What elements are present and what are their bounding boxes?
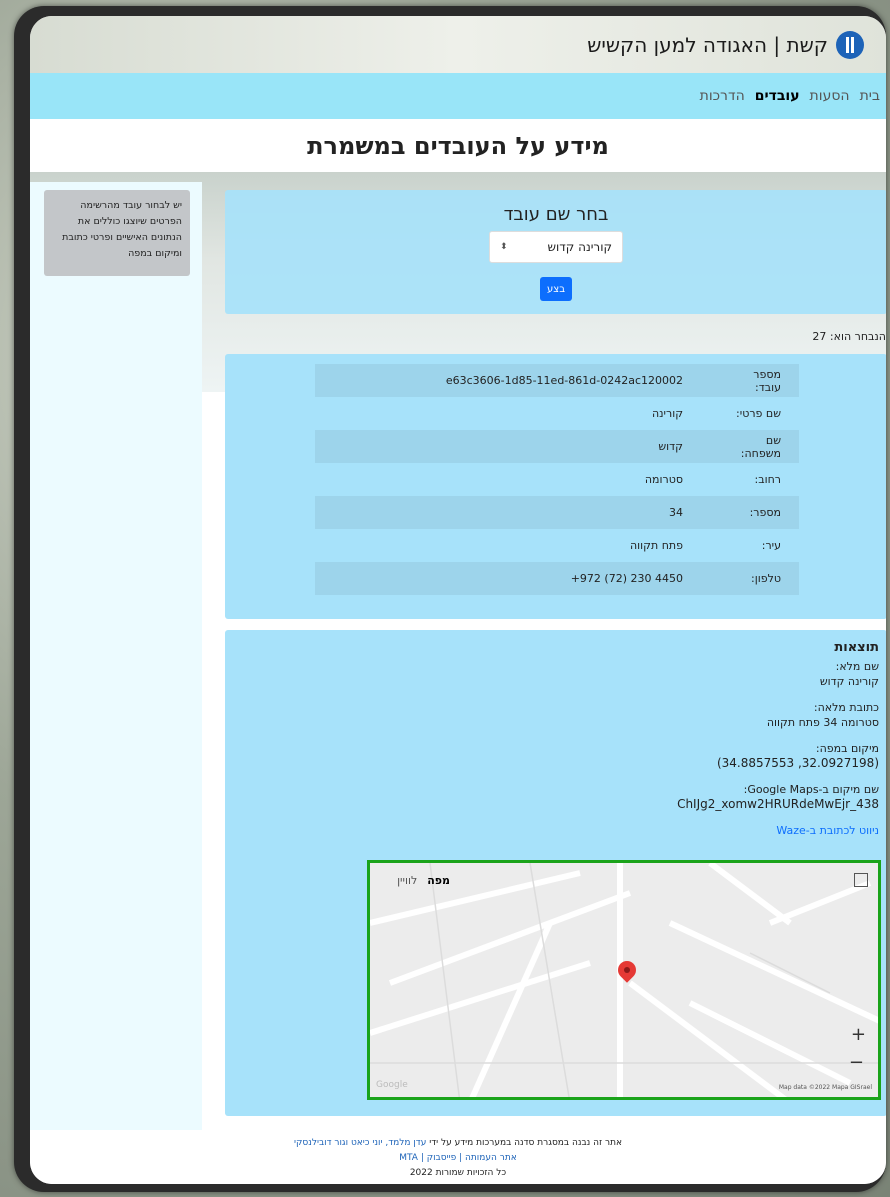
full-name-value: קורינה קדוש xyxy=(819,675,879,688)
footer-credit-prefix: אתר זה נבנה במסגרת סדנה במערכות מידע על … xyxy=(426,1138,623,1148)
address-value: סטרומה 34 פתח תקווה xyxy=(766,716,879,729)
sidebar-hint: יש לבחור עובד מהרשימה הפרטים שיוצגו כולל… xyxy=(44,190,190,276)
worker-details-table: מספר עובד: e63c3606-1d85-11ed-861d-0242a… xyxy=(315,364,799,595)
gmaps-label: שם מיקום ב-Google Maps: xyxy=(743,783,879,796)
row-label: טלפון: xyxy=(751,572,781,585)
nav-workers[interactable]: עובדים xyxy=(755,88,800,104)
select-title: בחר שם עובד xyxy=(503,204,609,225)
location-block: מיקום במפה: (34.8857553 ,32.0927198) xyxy=(225,741,879,771)
worker-details-card: מספר עובד: e63c3606-1d85-11ed-861d-0242a… xyxy=(225,354,886,619)
page-title-bar: מידע על העובדים במשמרת xyxy=(30,119,886,172)
row-value: 34 xyxy=(669,506,683,519)
gmaps-block: שם מיקום ב-Google Maps: ChIJg2_xomw2HRUR… xyxy=(225,782,879,812)
main-nav: בית הסעות עובדים הדרכות xyxy=(30,73,886,119)
worker-select-value: קורינה קדוש xyxy=(547,240,612,254)
zoom-out-icon[interactable]: − xyxy=(849,1054,864,1072)
address-block: כתובת מלאה: סטרומה 34 פתח תקווה xyxy=(225,700,879,730)
row-value: פתח תקווה xyxy=(630,539,683,552)
row-label: מספר עובד: xyxy=(753,367,781,394)
results-title: תוצאות xyxy=(834,640,879,655)
logo-icon xyxy=(836,30,864,59)
location-label: מיקום במפה: xyxy=(815,742,879,755)
submit-button[interactable]: בצע xyxy=(540,277,572,301)
fullscreen-icon[interactable] xyxy=(854,873,868,887)
zoom-in-icon[interactable]: + xyxy=(851,1026,866,1044)
tablet-frame: קשת | האגודה למען הקשיש בית הסעות עובדים… xyxy=(14,6,886,1192)
footer-copyright: כל הזכויות שמורות 2022 xyxy=(409,1168,507,1178)
table-row: שם משפחה: קדוש xyxy=(315,430,799,463)
row-label: עיר: xyxy=(761,539,781,552)
header: קשת | האגודה למען הקשיש xyxy=(30,16,886,73)
row-value: קדוש xyxy=(658,440,683,453)
google-logo: Google xyxy=(376,1080,408,1090)
map-attribution: Map data ©2022 Mapa GISrael xyxy=(778,1084,872,1091)
full-name-block: שם מלא: קורינה קדוש xyxy=(225,659,879,689)
worker-select[interactable]: קורינה קדוש ⬍ xyxy=(489,231,623,263)
full-name-label: שם מלא: xyxy=(835,660,879,673)
select-arrows-icon: ⬍ xyxy=(500,242,508,252)
nav-trainings[interactable]: הדרכות xyxy=(700,88,745,104)
table-row: עיר: פתח תקווה xyxy=(315,529,799,562)
map[interactable]: לוויין מפה + − Google Map data ©2022 Map… xyxy=(367,860,881,1100)
brand-title: קשת | האגודה למען הקשיש xyxy=(587,32,828,57)
gmaps-value: ChIJg2_xomw2HRURdeMwEjr_438 xyxy=(677,797,879,811)
row-label: שם משפחה: xyxy=(740,433,781,460)
row-value: +972 (72) 230 4450 xyxy=(570,572,683,585)
waze-link[interactable]: ניווט לכתובת ב-Waze xyxy=(776,824,879,837)
waze-block: ניווט לכתובת ב-Waze xyxy=(225,823,879,838)
select-worker-card: בחר שם עובד קורינה קדוש ⬍ בצע xyxy=(225,190,886,314)
sidebar xyxy=(30,182,202,1130)
table-row: טלפון: +972 (72) 230 4450 xyxy=(315,562,799,595)
row-value: קורינה xyxy=(651,407,683,420)
row-value: סטרומה xyxy=(644,473,683,486)
browser-screen: קשת | האגודה למען הקשיש בית הסעות עובדים… xyxy=(30,16,886,1184)
footer: אתר זה נבנה במסגרת סדנה במערכות מידע על … xyxy=(30,1130,886,1184)
nav-home[interactable]: בית xyxy=(860,88,880,104)
footer-links-row[interactable]: אתר העמותה | פייסבוק | MTA xyxy=(399,1153,517,1163)
row-label: שם פרטי: xyxy=(736,407,781,420)
footer-credit: אתר זה נבנה במסגרת סדנה במערכות מידע על … xyxy=(30,1136,886,1151)
brand[interactable]: קשת | האגודה למען הקשיש xyxy=(587,30,864,59)
row-value: e63c3606-1d85-11ed-861d-0242ac120002 xyxy=(445,374,683,387)
location-value: (34.8857553 ,32.0927198) xyxy=(716,756,879,770)
footer-links: אתר העמותה | פייסבוק | MTA xyxy=(30,1151,886,1166)
footer-authors-link[interactable]: עדן מלמד, יוני כיאט וגור דובילנסקי xyxy=(294,1138,426,1148)
row-label: מספר: xyxy=(749,506,781,519)
table-row: מספר עובד: e63c3606-1d85-11ed-861d-0242a… xyxy=(315,364,799,397)
map-type-tabs: לוויין מפה xyxy=(397,873,450,888)
page-title: מידע על העובדים במשמרת xyxy=(307,131,609,160)
map-tab-satellite[interactable]: לוויין xyxy=(397,873,417,888)
table-row: מספר: 34 xyxy=(315,496,799,529)
map-tab-map[interactable]: מפה xyxy=(427,873,450,888)
row-label: רחוב: xyxy=(754,473,781,486)
table-row: שם פרטי: קורינה xyxy=(315,397,799,430)
selected-note: הנבחר הוא: 27 xyxy=(812,330,886,343)
table-row: רחוב: סטרומה xyxy=(315,463,799,496)
results-card: תוצאות שם מלא: קורינה קדוש כתובת מלאה: ס… xyxy=(225,630,886,1116)
nav-rides[interactable]: הסעות xyxy=(810,88,850,104)
address-label: כתובת מלאה: xyxy=(813,701,879,714)
